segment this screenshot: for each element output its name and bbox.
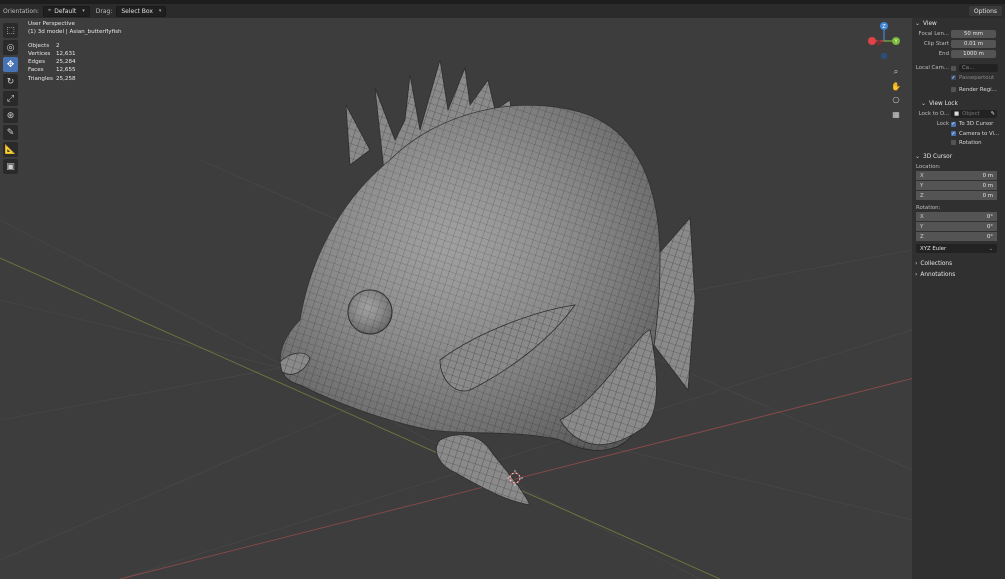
cursor-location-x[interactable]: X0 m <box>916 171 997 181</box>
camera-view-icon[interactable]: ⎔ <box>890 94 902 106</box>
lock-to-object-row: Lock to O... ■ Object ✎ <box>918 110 997 118</box>
focal-length-row: Focal Len... 50 mm <box>912 29 1005 39</box>
chevron-down-icon: ⌄ <box>921 100 927 107</box>
butterflyfish-mesh <box>279 59 696 506</box>
z-axis-label: Z <box>882 24 886 30</box>
chevron-down-icon: ▾ <box>158 8 162 14</box>
camera-to-view-row[interactable]: ✓ Camera to Vi... <box>912 129 1005 138</box>
object-icon: ■ <box>954 111 960 117</box>
stat-row: Vertices 12,631 <box>28 50 76 57</box>
viewport-stats-overlay: User Perspective (1) 3d model | Asian_bu… <box>28 20 122 83</box>
select-box-icon[interactable]: ⬚ <box>3 23 18 38</box>
axis-gizmo[interactable]: Z Y <box>866 20 906 66</box>
drag-label: Drag: <box>95 7 113 15</box>
render-region-checkbox[interactable] <box>951 87 956 92</box>
chevron-down-icon: ⌄ <box>915 20 921 27</box>
rotation-mode-dropdown[interactable]: XYZ Euler ⌄ <box>916 244 997 253</box>
3d-cursor-section-header[interactable]: ⌄ 3D Cursor <box>912 151 1005 162</box>
viewport-header: Orientation: ⌖ Default ▾ Drag: Select Bo… <box>0 4 1005 18</box>
navigation-gizmo: Z Y ⌕ ✋ ⎔ ▦ <box>866 20 906 120</box>
3d-viewport[interactable]: User Perspective (1) 3d model | Asian_bu… <box>0 18 912 579</box>
orientation-dropdown[interactable]: ⌖ Default ▾ <box>42 5 90 17</box>
view-lock-section-header[interactable]: ⌄ View Lock <box>912 98 1005 109</box>
viewport-canvas <box>0 59 912 579</box>
view-name: User Perspective <box>28 21 75 27</box>
chevron-down-icon: ▾ <box>82 8 85 14</box>
rotate-icon[interactable]: ↻ <box>3 74 18 89</box>
chevron-right-icon: › <box>915 260 918 267</box>
local-camera-field[interactable]: Ca... <box>959 64 998 72</box>
cursor-location-z[interactable]: Z0 m <box>916 191 997 201</box>
tool-shelf: ⬚ ◎ ✥ ↻ ⤢ ⊛ ✎ 📐 ▣ <box>3 23 18 176</box>
chevron-down-icon: ⌄ <box>988 245 993 252</box>
clip-start-field[interactable]: 0.01 m <box>951 40 996 48</box>
local-camera-row: Local Cam... Ca... <box>912 63 1005 73</box>
transform-icon[interactable]: ⊛ <box>3 108 18 123</box>
chevron-down-icon: ⌄ <box>915 153 921 160</box>
hand-pan-icon[interactable]: ✋ <box>890 80 902 92</box>
passepartout-row[interactable]: ✓ Passepartout <box>912 73 1005 82</box>
lock-rotation-checkbox[interactable] <box>951 140 956 145</box>
clip-start-row: Clip Start 0.01 m <box>912 39 1005 49</box>
perspective-grid-icon[interactable]: ▦ <box>890 108 902 120</box>
move-icon[interactable]: ✥ <box>3 57 18 72</box>
eyedropper-icon[interactable]: ✎ <box>990 111 995 117</box>
view-section-header[interactable]: ⌄ View <box>912 18 1005 29</box>
lock-to-object-field[interactable]: ■ Object ✎ <box>951 110 997 118</box>
orientation-label: Orientation: <box>3 7 39 15</box>
camera-to-view-checkbox[interactable]: ✓ <box>951 131 956 137</box>
orientation-icon: ⌖ <box>47 7 52 14</box>
cursor-rotation-x[interactable]: X 0° <box>916 212 997 222</box>
drag-dropdown[interactable]: Select Box ▾ <box>116 5 167 17</box>
options-button[interactable]: Options <box>968 6 1002 16</box>
blender-window: Orientation: ⌖ Default ▾ Drag: Select Bo… <box>0 0 1005 579</box>
collections-section-header[interactable]: › Collections <box>912 258 1005 269</box>
stat-row: Faces 12,655 <box>28 67 76 74</box>
annotate-icon[interactable]: ✎ <box>3 125 18 140</box>
orientation-value: Default <box>54 7 77 15</box>
location-label: Location: <box>916 163 941 170</box>
measure-icon[interactable]: 📐 <box>3 142 18 157</box>
cursor-rotation-y[interactable]: Y 0° <box>916 222 997 232</box>
to-3d-cursor-checkbox[interactable]: ✓ <box>951 121 956 127</box>
stat-row: Edges 25,284 <box>28 59 76 66</box>
sidebar-n-panel: ⌄ View Focal Len... 50 mm Clip Start 0.01 m… <box>912 18 1005 579</box>
clip-end-field[interactable]: 1000 m <box>951 50 996 58</box>
chevron-right-icon: › <box>915 271 918 278</box>
stat-row: Objects 2 <box>28 42 60 49</box>
local-camera-checkbox[interactable] <box>951 65 956 71</box>
lock-rotation-row[interactable]: Rotation <box>912 138 1005 147</box>
lock-cursor-row: Lock ✓ To 3D Cursor <box>936 121 994 127</box>
annotations-section-header[interactable]: › Annotations <box>912 269 1005 280</box>
focal-length-field[interactable]: 50 mm <box>951 30 996 38</box>
render-region-row[interactable]: Render Regi... <box>912 85 1005 94</box>
cursor-icon[interactable]: ◎ <box>3 40 18 55</box>
drag-value: Select Box <box>121 7 153 15</box>
scale-icon[interactable]: ⤢ <box>3 91 18 106</box>
add-cube-icon[interactable]: ▣ <box>3 159 18 174</box>
active-object-line: (1) 3d model | Asian_butterflyfish <box>28 29 122 36</box>
zoom-icon[interactable]: ⌕ <box>890 66 902 78</box>
stat-row: Triangles 25,258 <box>28 75 76 82</box>
cursor-location-y[interactable]: Y0 m <box>916 181 997 191</box>
rotation-label: Rotation: <box>916 204 941 211</box>
cursor-rotation-z[interactable]: Z 0° <box>916 232 997 242</box>
clip-end-row: End 1000 m <box>912 49 1005 59</box>
passepartout-checkbox[interactable]: ✓ <box>951 75 956 81</box>
